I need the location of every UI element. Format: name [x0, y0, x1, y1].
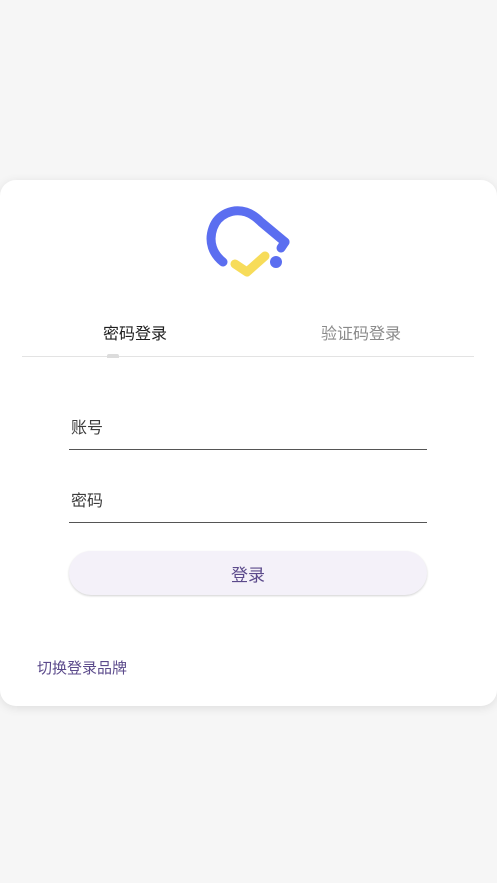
tab-code-login-label: 验证码登录	[320, 324, 401, 343]
login-card: 密码登录 验证码登录 登录 切换登录品牌	[0, 180, 497, 706]
tab-code-login[interactable]: 验证码登录	[248, 310, 474, 356]
password-field	[69, 479, 427, 523]
account-input[interactable]	[69, 406, 427, 449]
login-screen: 密码登录 验证码登录 登录 切换登录品牌	[0, 0, 497, 883]
active-tab-indicator	[107, 354, 119, 358]
password-input[interactable]	[69, 479, 427, 522]
login-button[interactable]: 登录	[69, 551, 427, 595]
tab-password-login[interactable]: 密码登录	[22, 310, 248, 356]
account-field	[69, 406, 427, 450]
switch-brand-link[interactable]: 切换登录品牌	[37, 657, 127, 678]
login-tabs: 密码登录 验证码登录	[22, 310, 474, 357]
bell-check-logo-icon	[206, 206, 290, 277]
tab-password-login-label: 密码登录	[102, 324, 167, 343]
